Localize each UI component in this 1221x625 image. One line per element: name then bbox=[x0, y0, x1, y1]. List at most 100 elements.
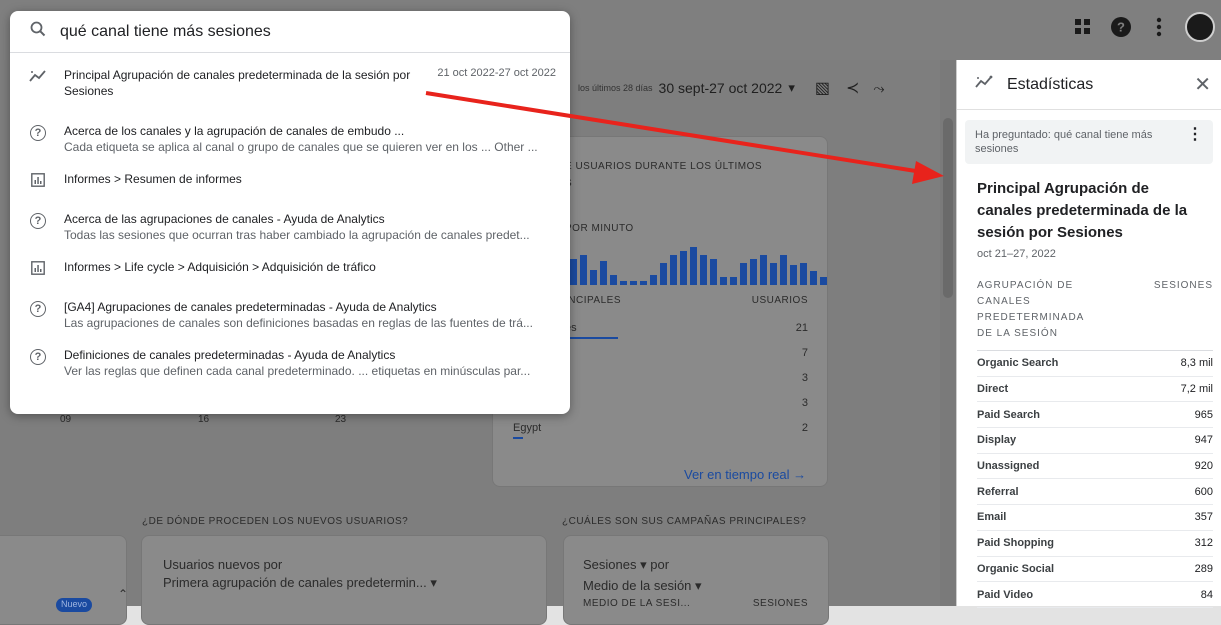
apps-grid-icon[interactable] bbox=[1071, 15, 1095, 39]
row-value: 600 bbox=[1194, 485, 1213, 498]
suggestion-snippet: Las agrupaciones de canales son definici… bbox=[64, 316, 533, 330]
suggestion-insight[interactable]: Principal Agrupación de canales predeter… bbox=[10, 53, 570, 111]
suggestion-snippet: Todas las sesiones que ocurran tras habe… bbox=[64, 228, 530, 242]
answer-table: AGRUPACIÓN DE CANALES PREDETERMINADA DE … bbox=[977, 278, 1213, 608]
insights-panel-title: Estadísticas bbox=[1007, 75, 1094, 93]
svg-text:?: ? bbox=[1117, 20, 1125, 35]
help-icon: ? bbox=[28, 211, 48, 247]
table-row: Email 357 bbox=[977, 505, 1213, 531]
suggestion-title-2: Sesiones bbox=[64, 84, 114, 98]
close-icon[interactable]: ✕ bbox=[1194, 72, 1211, 97]
row-value: 965 bbox=[1194, 408, 1213, 421]
row-label: Email bbox=[977, 511, 1007, 524]
insights-icon bbox=[28, 67, 48, 111]
answer-title: Principal Agrupación de canales predeter… bbox=[977, 180, 1188, 241]
help-icon: ? bbox=[28, 123, 48, 159]
suggestion-title: Principal Agrupación de canales predeter… bbox=[64, 68, 411, 82]
insights-panel-header: Estadísticas ✕ bbox=[957, 60, 1221, 110]
more-vert-icon[interactable]: ⋮ bbox=[1187, 127, 1203, 156]
new-users-metric[interactable]: Usuarios nuevos por bbox=[163, 557, 282, 572]
suggestion-report[interactable]: Informes > Life cycle > Adquisición > Ad… bbox=[10, 247, 570, 287]
table-row: Organic Search 8,3 mil bbox=[977, 351, 1213, 377]
axis-tick: 16 bbox=[198, 414, 210, 425]
insights-panel: Estadísticas ✕ Ha preguntado: qué canal … bbox=[956, 60, 1221, 608]
view-realtime-link[interactable]: Ver en tiempo real → bbox=[684, 467, 806, 482]
suggestion-help-article[interactable]: ? [GA4] Agrupaciones de canales predeter… bbox=[10, 287, 570, 335]
realtime-card-title: E USUARIOS DURANTE LOS ÚLTIMOS bbox=[565, 161, 763, 172]
bg-row-label-4: Egypt bbox=[513, 422, 542, 434]
suggestion-help-article[interactable]: ? Acerca de los canales y la agrupación … bbox=[10, 111, 570, 159]
campaigns-question: ¿CUÁLES SON SUS CAMPAÑAS PRINCIPALES? bbox=[562, 516, 807, 527]
column-header-sessions: SESIONES bbox=[1153, 280, 1213, 291]
answer-date: oct 21–27, 2022 bbox=[977, 248, 1056, 260]
suggestion-help-article[interactable]: ? Definiciones de canales predeterminada… bbox=[10, 335, 570, 383]
row-value: 84 bbox=[1200, 588, 1213, 601]
insights-icon bbox=[975, 75, 993, 94]
new-badge: Nuevo bbox=[56, 598, 92, 612]
table-row: Display 947 bbox=[977, 428, 1213, 454]
usuarios-header: USUARIOS bbox=[751, 295, 808, 306]
principales-header: INCIPALES bbox=[565, 295, 621, 306]
row-label: Paid Shopping bbox=[977, 537, 1054, 550]
row-label: Organic Search bbox=[977, 357, 1059, 370]
suggestion-title: [GA4] Agrupaciones de canales predetermi… bbox=[64, 300, 437, 314]
row-label: Display bbox=[977, 434, 1017, 447]
help-icon: ? bbox=[28, 299, 48, 335]
header-actions: ? bbox=[1071, 12, 1215, 42]
axis-tick: 23 bbox=[335, 414, 347, 425]
new-users-dimension[interactable]: Primera agrupación de canales predetermi… bbox=[163, 575, 437, 591]
bg-row-bar-4 bbox=[513, 437, 523, 439]
row-value: 947 bbox=[1194, 434, 1213, 447]
date-range-hint: los últimos 28 días bbox=[578, 83, 653, 93]
suggestion-title: Informes > Life cycle > Adquisición > Ad… bbox=[64, 260, 376, 274]
table-row: Direct 7,2 mil bbox=[977, 377, 1213, 403]
suggestion-report[interactable]: Informes > Resumen de informes bbox=[10, 159, 570, 199]
new-users-question: ¿DE DÓNDE PROCEDEN LOS NUEVOS USUARIOS? bbox=[142, 516, 409, 527]
table-row: Organic Social 289 bbox=[977, 557, 1213, 583]
suggestion-title: Acerca de las agrupaciones de canales - … bbox=[64, 212, 385, 226]
scrollbar-thumb[interactable] bbox=[943, 118, 953, 298]
search-bar bbox=[10, 11, 570, 53]
campaigns-col2: SESIONES bbox=[752, 598, 808, 609]
table-row: Paid Video 84 bbox=[977, 582, 1213, 608]
per-minute-label: POR MINUTO bbox=[565, 223, 634, 234]
table-row: Referral 600 bbox=[977, 479, 1213, 506]
date-range-selector[interactable]: los últimos 28 días 30 sept-27 oct 2022 … bbox=[578, 78, 885, 98]
answer-table-header: AGRUPACIÓN DE CANALES PREDETERMINADA DE … bbox=[977, 278, 1213, 351]
row-value: 8,3 mil bbox=[1180, 357, 1213, 370]
asked-question: Ha preguntado: qué canal tiene más sesio… bbox=[965, 120, 1213, 164]
help-icon[interactable]: ? bbox=[1109, 15, 1133, 39]
insights-icon[interactable]: ⤳ bbox=[873, 80, 884, 97]
row-label: Unassigned bbox=[977, 460, 1040, 473]
suggestion-date: 21 oct 2022-27 oct 2022 bbox=[437, 67, 556, 79]
suggestion-help-article[interactable]: ? Acerca de las agrupaciones de canales … bbox=[10, 199, 570, 247]
suggestion-title: Definiciones de canales predeterminadas … bbox=[64, 348, 396, 362]
share-icon[interactable]: ≺ bbox=[846, 78, 859, 98]
row-value: 312 bbox=[1194, 537, 1213, 550]
axis-tick: 09 bbox=[60, 414, 72, 425]
table-row: Unassigned 920 bbox=[977, 454, 1213, 480]
bg-row-value-2: 3 bbox=[801, 372, 808, 384]
edit-report-icon[interactable]: ▧ bbox=[815, 78, 830, 98]
row-label: Paid Search bbox=[977, 408, 1040, 421]
column-header-channel: AGRUPACIÓN DE CANALES PREDETERMINADA DE … bbox=[977, 280, 1084, 339]
chevron-up-icon[interactable]: ⌃ bbox=[118, 587, 128, 601]
row-label: Referral bbox=[977, 485, 1019, 498]
suggestion-title: Acerca de los canales y la agrupación de… bbox=[64, 124, 405, 138]
report-icon bbox=[28, 259, 48, 287]
bg-row-value-1: 7 bbox=[801, 347, 808, 359]
bg-row-value-4: 2 bbox=[801, 422, 808, 434]
search-input[interactable] bbox=[60, 22, 540, 41]
table-row: Paid Shopping 312 bbox=[977, 531, 1213, 557]
campaigns-col1: MEDIO DE LA SESI... bbox=[583, 598, 691, 609]
row-label: Organic Social bbox=[977, 562, 1055, 575]
per-minute-bars bbox=[570, 240, 827, 285]
more-vert-icon[interactable] bbox=[1147, 15, 1171, 39]
campaigns-metric[interactable]: Sesiones ▾ por bbox=[583, 557, 669, 573]
search-dropdown: Principal Agrupación de canales predeter… bbox=[10, 11, 570, 414]
avatar[interactable] bbox=[1185, 12, 1215, 42]
row-value: 920 bbox=[1194, 460, 1213, 473]
row-label: Direct bbox=[977, 383, 1009, 396]
campaigns-dimension[interactable]: Medio de la sesión ▾ bbox=[583, 578, 702, 594]
row-label: Paid Video bbox=[977, 588, 1034, 601]
